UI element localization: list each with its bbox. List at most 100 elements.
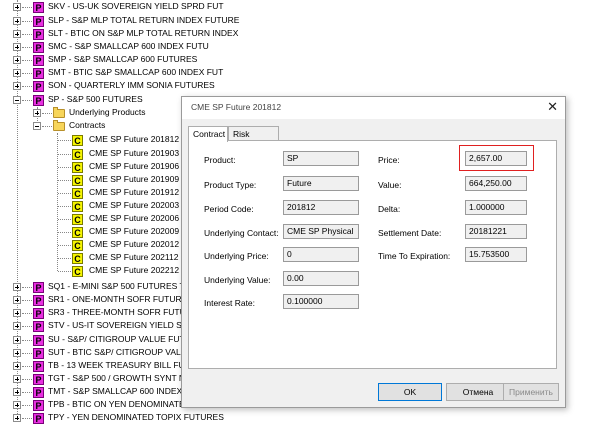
delta-field: 1.000000 bbox=[465, 200, 527, 215]
product-description: ONE-MONTH SOFR FUTURE bbox=[72, 294, 188, 304]
product-description: S&P 500 / GROWTH SYNT N bbox=[72, 373, 185, 383]
folder-label: Contracts bbox=[69, 120, 106, 130]
product-description: BTIC S&P SMALLCAP 600 INDEX FUT bbox=[73, 67, 224, 77]
product-code: SR3 bbox=[48, 307, 65, 317]
ok-button[interactable]: OK bbox=[378, 383, 442, 401]
dialog-title: CME SP Future 201812 bbox=[191, 102, 282, 112]
product-description: S&P/ CITIGROUP VALUE FUTU bbox=[67, 334, 191, 344]
expand-toggle[interactable] bbox=[13, 69, 21, 77]
underlying-value-field: 0.00 bbox=[283, 271, 359, 286]
product-icon: P bbox=[33, 348, 44, 359]
expand-toggle[interactable] bbox=[13, 56, 21, 64]
expand-toggle[interactable] bbox=[13, 3, 21, 11]
contract-icon: C bbox=[72, 149, 83, 160]
expand-toggle[interactable] bbox=[13, 349, 21, 357]
product-description: S&P SMALLCAP 600 INDEX bbox=[72, 386, 183, 396]
product-label: Product: bbox=[204, 155, 236, 165]
contract-icon: C bbox=[72, 253, 83, 264]
tab-risk-arrays[interactable]: Risk Arrays bbox=[228, 126, 279, 153]
collapse-toggle[interactable] bbox=[33, 122, 41, 130]
underlying-contact-label: Underlying Contact: bbox=[204, 228, 279, 238]
product-description: US-IT SOVEREIGN YIELD SF bbox=[72, 320, 188, 330]
product-code: SLT bbox=[48, 28, 63, 38]
apply-button[interactable]: Применить bbox=[503, 383, 559, 401]
contract-label: CME SP Future 201912 bbox=[89, 187, 180, 197]
expand-toggle[interactable] bbox=[13, 283, 21, 291]
product-description: US-UK SOVEREIGN YIELD SPRD FUT bbox=[72, 1, 224, 11]
product-code: SON bbox=[48, 80, 67, 90]
expand-toggle[interactable] bbox=[13, 17, 21, 25]
expand-toggle[interactable] bbox=[13, 375, 21, 383]
period-code-label: Period Code: bbox=[204, 204, 254, 214]
product-field: SP bbox=[283, 151, 359, 166]
product-description: E-MINI S&P 500 FUTURES TA bbox=[72, 281, 190, 291]
expand-toggle[interactable] bbox=[13, 43, 21, 51]
product-code: STV bbox=[48, 320, 65, 330]
interest-rate-field: 0.100000 bbox=[283, 294, 359, 309]
period-code-field: 201812 bbox=[283, 200, 359, 215]
contract-icon: C bbox=[72, 266, 83, 277]
product-icon: P bbox=[33, 95, 44, 106]
product-description: BTIC ON S&P MLP TOTAL RETURN INDEX bbox=[70, 28, 239, 38]
product-description: THREE-MONTH SOFR FUTU bbox=[71, 307, 186, 317]
expand-toggle[interactable] bbox=[13, 309, 21, 317]
value-field: 664,250.00 bbox=[465, 176, 527, 191]
value-label: Value: bbox=[378, 180, 402, 190]
expand-toggle[interactable] bbox=[13, 82, 21, 90]
cancel-button[interactable]: Отмена bbox=[446, 383, 510, 401]
expand-toggle[interactable] bbox=[13, 296, 21, 304]
product-code: TPY bbox=[48, 412, 65, 422]
product-icon: P bbox=[33, 295, 44, 306]
delta-label: Delta: bbox=[378, 204, 401, 214]
product-icon: P bbox=[33, 387, 44, 398]
product-icon: P bbox=[33, 42, 44, 53]
contract-label: CME SP Future 202003 bbox=[89, 200, 180, 210]
contract-icon: C bbox=[72, 135, 83, 146]
expand-toggle[interactable] bbox=[13, 414, 21, 422]
settlement-date-label: Settlement Date: bbox=[378, 228, 442, 238]
expand-toggle[interactable] bbox=[13, 388, 21, 396]
expand-toggle[interactable] bbox=[13, 401, 21, 409]
collapse-toggle[interactable] bbox=[13, 96, 21, 104]
contract-label: CME SP Future 201812 bbox=[89, 134, 180, 144]
contract-label: CME SP Future 202006 bbox=[89, 213, 180, 223]
product-code: SMP bbox=[48, 54, 67, 64]
product-code: SP bbox=[48, 94, 60, 104]
folder-open-icon bbox=[53, 120, 65, 131]
expand-toggle[interactable] bbox=[33, 109, 41, 117]
contract-label: CME SP Future 202212 bbox=[89, 265, 180, 275]
product-icon: P bbox=[33, 400, 44, 411]
product-description: S&P 500 FUTURES bbox=[66, 94, 143, 104]
price-label: Price: bbox=[378, 155, 400, 165]
product-description: BTIC S&P/ CITIGROUP VALU bbox=[72, 347, 187, 357]
contract-panel: Product: SP Product Type: Future Period … bbox=[188, 140, 557, 369]
underlying-price-field: 0 bbox=[283, 247, 359, 262]
contract-label: CME SP Future 202112 bbox=[89, 252, 179, 262]
folder-icon bbox=[53, 107, 65, 118]
contract-icon: C bbox=[72, 214, 83, 225]
contract-label: CME SP Future 202012 bbox=[89, 239, 180, 249]
product-code: TPB bbox=[48, 399, 65, 409]
close-icon[interactable]: ✕ bbox=[547, 100, 558, 114]
product-code: TMT bbox=[48, 386, 66, 396]
tab-contract[interactable]: Contract bbox=[188, 126, 228, 142]
product-code: SMT bbox=[48, 67, 66, 77]
time-to-expiration-field: 15.753500 bbox=[465, 247, 527, 262]
product-code: TB bbox=[48, 360, 59, 370]
expand-toggle[interactable] bbox=[13, 322, 21, 330]
product-code: SLP bbox=[48, 15, 64, 25]
contract-icon: C bbox=[72, 201, 83, 212]
contract-label: CME SP Future 201903 bbox=[89, 148, 180, 158]
product-description: S&P SMALLCAP 600 INDEX FUTU bbox=[74, 41, 209, 51]
expand-toggle[interactable] bbox=[13, 336, 21, 344]
product-icon: P bbox=[33, 413, 44, 424]
product-icon: P bbox=[33, 68, 44, 79]
expand-toggle[interactable] bbox=[13, 30, 21, 38]
dialog-titlebar[interactable]: CME SP Future 201812 ✕ bbox=[182, 97, 565, 119]
expand-toggle[interactable] bbox=[13, 362, 21, 370]
product-icon: P bbox=[33, 81, 44, 92]
product-code: SMC bbox=[48, 41, 67, 51]
product-description: S&P MLP TOTAL RETURN INDEX FUTURE bbox=[71, 15, 240, 25]
underlying-contact-field: CME SP Physical bbox=[283, 224, 359, 239]
settlement-date-field: 20181221 bbox=[465, 224, 527, 239]
